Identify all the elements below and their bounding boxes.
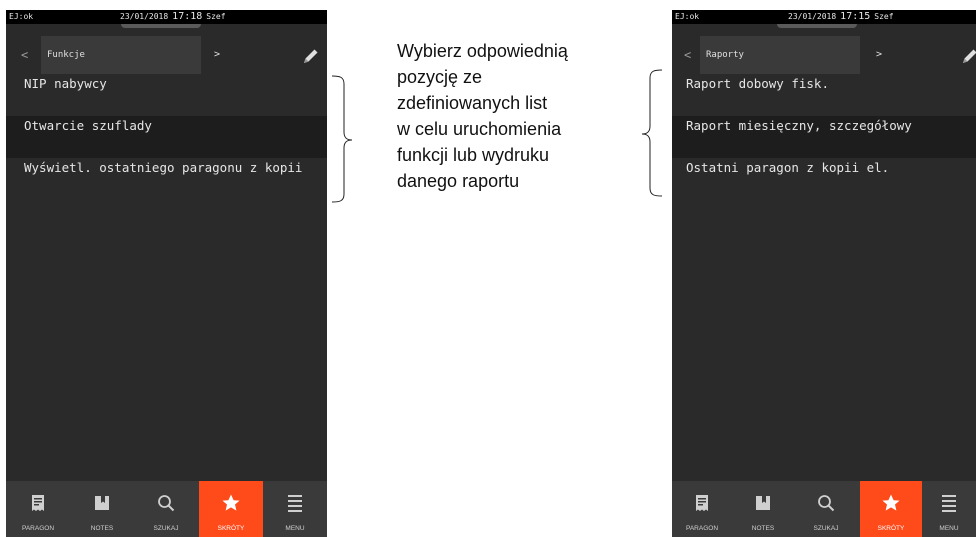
status-time: 17:15 (840, 11, 871, 22)
menu-icon (288, 495, 302, 512)
category-tabbar: < Raporty > (672, 36, 976, 74)
annotation-line: pozycję ze (397, 67, 483, 87)
nav-label: SZUKAJ (813, 525, 839, 532)
search-icon (818, 495, 835, 512)
list-item-monthly-report[interactable]: Raport miesięczny, szczegółowy (672, 116, 976, 158)
nav-label: SZUKAJ (153, 525, 179, 532)
datetime: 23/01/2018 17:18 Szef (120, 10, 226, 24)
nav-notes[interactable]: NOTES (732, 481, 794, 537)
nav-notes[interactable]: NOTES (70, 481, 134, 537)
nav-label: SKRÓTY (217, 525, 245, 532)
nav-skroty[interactable]: SKRÓTY (199, 481, 263, 537)
annotation-line: zdefiniowanych list (397, 93, 548, 113)
nav-label: NOTES (751, 525, 775, 532)
list-item-label: Otwarcie szuflady (24, 118, 152, 133)
nav-label: NOTES (90, 525, 114, 532)
list-item-label: Raport dobowy fisk. (686, 76, 829, 91)
nav-paragon[interactable]: PARAGON (672, 481, 732, 537)
receipt-icon (32, 495, 44, 511)
annotation-text: Wybierz odpowiednią pozycję ze zdefiniow… (397, 38, 637, 194)
nav-label: SKRÓTY (877, 525, 905, 532)
category-tabbar: < Funkcje > (6, 36, 327, 74)
pull-down-handle[interactable] (121, 24, 201, 28)
list-item-label: Raport miesięczny, szczegółowy (686, 118, 912, 133)
status-user: Szef (874, 12, 894, 21)
shortcut-list: Raport dobowy fisk. Raport miesięczny, s… (672, 74, 976, 200)
left-device-screen: EJ:ok 23/01/2018 17:18 Szef < Funkcje > NI… (6, 10, 327, 537)
search-icon (158, 495, 175, 512)
pencil-icon[interactable] (960, 46, 976, 66)
shortcut-list: NIP nabywcy Otwarcie szuflady Wyświetl. … (6, 74, 327, 200)
status-date: 23/01/2018 (120, 12, 169, 21)
nav-menu[interactable]: MENU (263, 481, 327, 537)
list-item-last-receipt-copy[interactable]: Ostatni paragon z kopii el. (672, 158, 976, 200)
nav-szukaj[interactable]: SZUKAJ (794, 481, 858, 537)
list-item-nip[interactable]: NIP nabywcy (6, 74, 327, 116)
menu-icon (942, 495, 956, 512)
prev-category-button[interactable]: < (21, 36, 28, 74)
nav-skroty[interactable]: SKRÓTY (860, 481, 922, 537)
bottom-navigation: PARAGON NOTES SZUKAJ SKRÓTY MENU (6, 481, 327, 537)
star-icon (222, 494, 240, 511)
next-category-button[interactable]: > (876, 36, 882, 74)
nav-label: PARAGON (21, 525, 55, 532)
category-title: Raporty (700, 36, 860, 74)
category-title: Funkcje (41, 36, 201, 74)
nav-label: MENU (939, 525, 959, 532)
annotation-line: w celu uruchomienia (397, 119, 562, 139)
nav-paragon[interactable]: PARAGON (6, 481, 70, 537)
list-item-label: Wyświetl. ostatniego paragonu z kopii (24, 160, 303, 175)
ej-status: EJ:ok (9, 12, 34, 21)
status-user: Szef (206, 12, 226, 21)
annotation-line: funkcji lub wydruku (397, 145, 550, 165)
status-bar: EJ:ok 23/01/2018 17:15 Szef (672, 10, 976, 28)
notes-icon (95, 496, 109, 510)
status-bar: EJ:ok 23/01/2018 17:18 Szef (6, 10, 327, 28)
list-item-daily-report[interactable]: Raport dobowy fisk. (672, 74, 976, 116)
list-item-label: NIP nabywcy (24, 76, 107, 91)
prev-category-button[interactable]: < (684, 36, 691, 74)
right-brace (641, 69, 663, 197)
status-time: 17:18 (172, 11, 203, 22)
list-item-label: Ostatni paragon z kopii el. (686, 160, 890, 175)
annotation-line: Wybierz odpowiednią (397, 41, 568, 61)
status-date: 23/01/2018 (788, 12, 837, 21)
left-brace (331, 75, 353, 203)
receipt-icon (696, 495, 708, 511)
star-icon (882, 494, 900, 511)
pull-down-handle[interactable] (777, 24, 857, 28)
nav-menu[interactable]: MENU (922, 481, 976, 537)
list-item-drawer[interactable]: Otwarcie szuflady (6, 116, 327, 158)
bottom-navigation: PARAGON NOTES SZUKAJ SKRÓTY MENU (672, 481, 976, 537)
right-device-screen: EJ:ok 23/01/2018 17:15 Szef < Raporty > Ra… (672, 10, 976, 537)
annotation-line: danego raportu (397, 171, 520, 191)
datetime: 23/01/2018 17:15 Szef (788, 10, 894, 24)
list-item-last-receipt[interactable]: Wyświetl. ostatniego paragonu z kopii (6, 158, 327, 200)
nav-szukaj[interactable]: SZUKAJ (134, 481, 198, 537)
pencil-icon[interactable] (301, 46, 321, 66)
notes-icon (756, 496, 770, 510)
nav-label: PARAGON (685, 525, 719, 532)
ej-status: EJ:ok (675, 12, 700, 21)
next-category-button[interactable]: > (214, 36, 220, 74)
nav-label: MENU (285, 525, 305, 532)
